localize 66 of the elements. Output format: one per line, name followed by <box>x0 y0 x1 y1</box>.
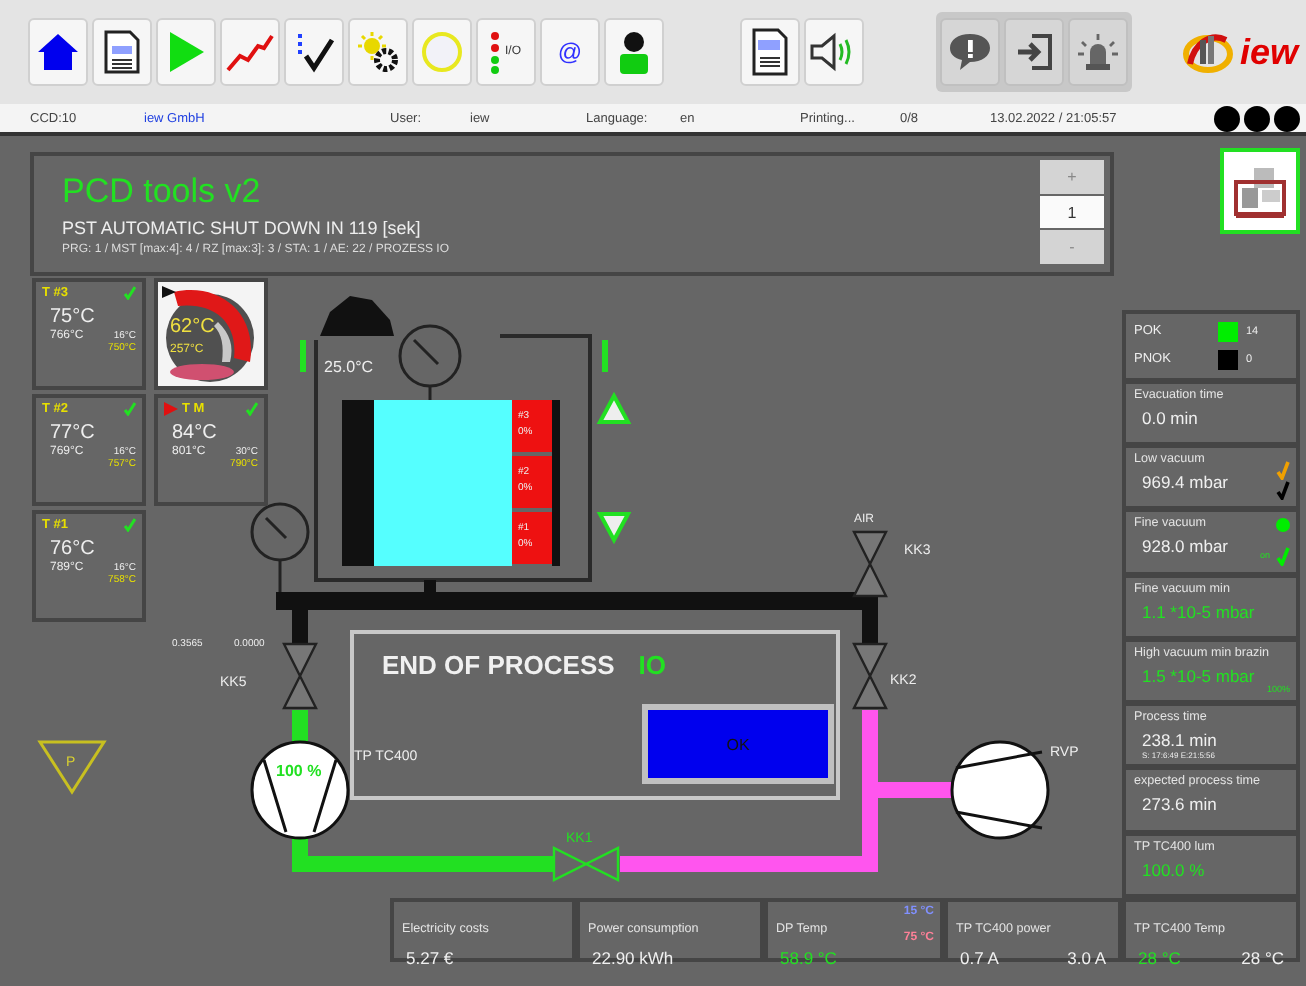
panel-value: 5.27 € <box>406 948 454 968</box>
status-lamp <box>1244 105 1270 131</box>
toolbar-button[interactable] <box>28 18 88 86</box>
document-icon <box>752 28 788 76</box>
process-result: IO <box>638 650 667 680</box>
up-arrow-icon[interactable] <box>596 391 632 424</box>
email-label: @ <box>557 38 583 66</box>
metric-value: 1.5 *10-5 mbar <box>1142 665 1255 686</box>
checklist-icon <box>292 30 336 74</box>
metric-value: 100.0 % <box>1142 859 1205 880</box>
metric-value: 0.0 min <box>1142 407 1198 428</box>
exit-icon <box>1014 32 1054 72</box>
machine-button[interactable] <box>1220 148 1300 234</box>
line-chart-icon <box>226 32 274 72</box>
metric-value: 928.0 mbar <box>1142 536 1228 557</box>
metric-value: 238.1 min <box>1142 730 1217 751</box>
tile-temperature: 84°C <box>172 422 219 444</box>
chamber-lid <box>320 296 394 336</box>
stepper-value[interactable]: 1 <box>1040 196 1104 228</box>
logo-icon <box>1181 28 1234 76</box>
panel-value: 22.90 kWh <box>592 948 674 968</box>
toolbar-button[interactable] <box>284 18 344 86</box>
metric-value: 1.1 *10-5 mbar <box>1142 601 1255 622</box>
beacon-icon <box>1076 32 1120 72</box>
tile-temperature: 62°C <box>170 316 215 338</box>
circle-icon <box>420 30 464 74</box>
app-title: PCD tools v2 <box>62 172 263 212</box>
toolbar-button[interactable] <box>804 18 864 86</box>
panel-value: 0.7 A <box>960 948 999 968</box>
chamber-temperature: 25.0°C <box>324 358 374 376</box>
panel-value: 28 °C <box>1138 948 1181 968</box>
user-icon <box>616 30 652 74</box>
panel-value: 28 °C <box>1241 948 1284 968</box>
toolbar-button[interactable] <box>1004 18 1064 86</box>
status-lamp <box>1274 105 1300 131</box>
document-icon <box>104 30 140 74</box>
panel-value: 3.0 A <box>1067 948 1106 968</box>
heater-segment <box>512 456 552 508</box>
door-seal <box>300 340 306 372</box>
logo-text: iew <box>1239 31 1298 73</box>
status-lamp <box>1214 105 1240 131</box>
toolbar-button[interactable] <box>740 18 800 86</box>
play-icon <box>166 30 206 74</box>
process-status: END OF PROCESS <box>382 650 615 680</box>
heater-segment <box>512 512 552 564</box>
metric-value: 273.6 min <box>1142 794 1217 815</box>
door-seal <box>602 340 608 372</box>
tile-temperature: 76°C <box>50 538 97 560</box>
tile-temperature: 77°C <box>50 422 97 444</box>
panel-value: 58.9 °C <box>780 948 837 968</box>
toolbar-button[interactable] <box>92 18 152 86</box>
down-arrow-icon[interactable] <box>596 512 632 545</box>
pump-speed: 100 % <box>276 762 322 780</box>
home-icon <box>36 30 80 74</box>
shutdown-message: PST AUTOMATIC SHUT DOWN IN 119 [sek] <box>62 218 423 238</box>
pump-icon <box>950 740 1050 840</box>
pump-icon <box>250 740 350 840</box>
heater-segment <box>512 400 552 452</box>
tile-temperature: 75°C <box>50 306 97 328</box>
toolbar-button[interactable] <box>348 18 408 86</box>
gears-icon <box>356 30 400 74</box>
toolbar-button[interactable]: @ <box>540 18 600 86</box>
gauge-icon <box>250 502 310 594</box>
toolbar-button[interactable] <box>604 18 664 86</box>
metric-value: 969.4 mbar <box>1142 472 1228 493</box>
speech-bubble-icon <box>948 32 992 72</box>
